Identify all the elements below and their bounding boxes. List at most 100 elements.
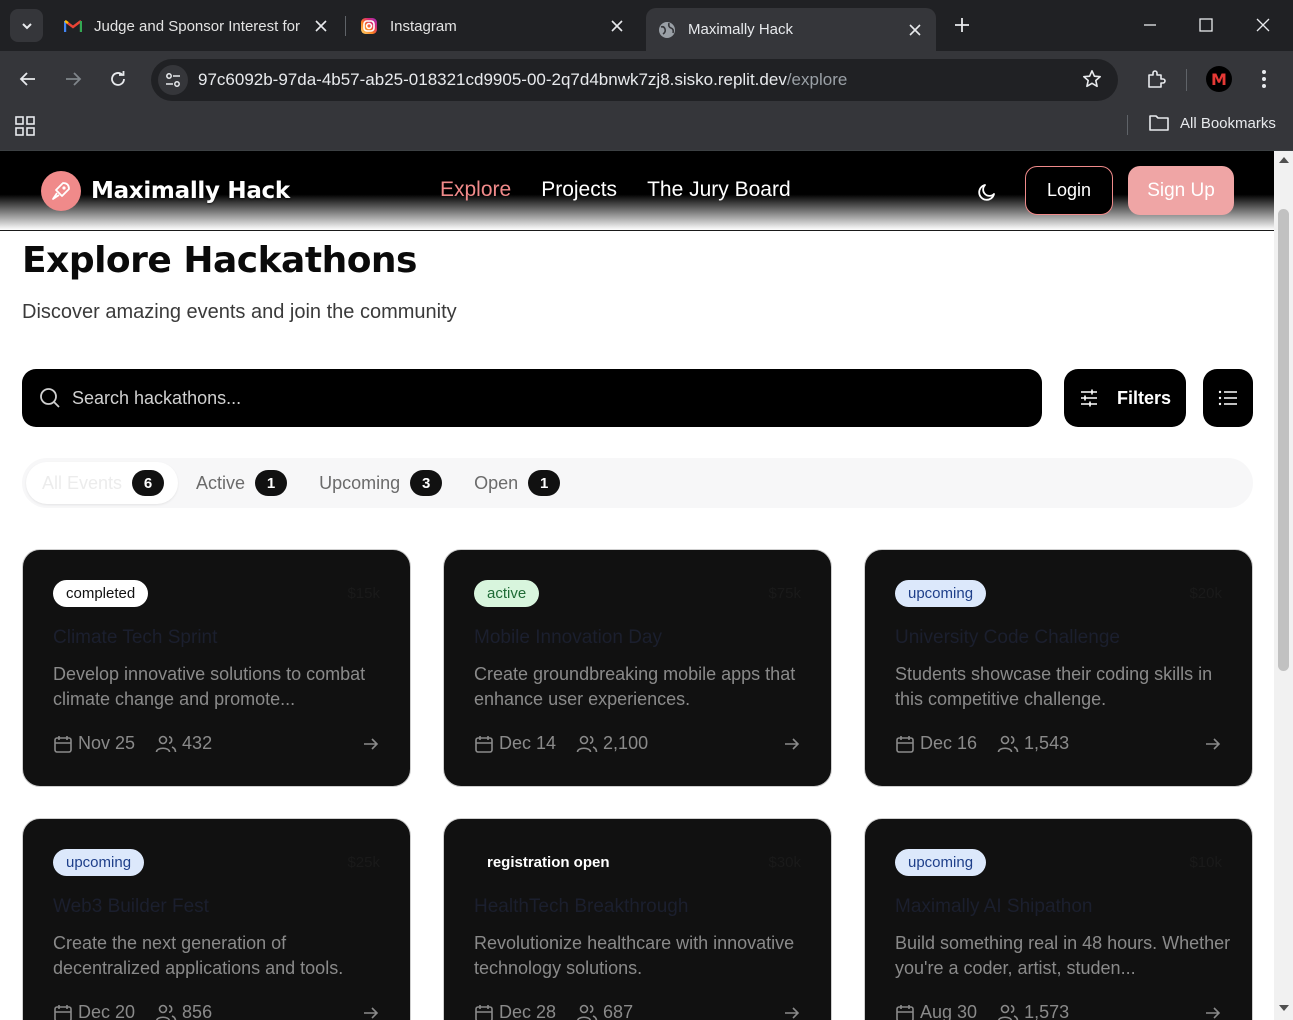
rocket-icon <box>41 171 81 211</box>
prize-amount: $75k <box>768 585 801 602</box>
users-icon <box>576 1004 598 1020</box>
folder-icon <box>1149 115 1169 131</box>
hackathon-card[interactable]: upcoming $20k University Code Challenge … <box>864 549 1253 787</box>
tab-active[interactable]: Active 1 <box>180 462 301 504</box>
search-input[interactable] <box>72 387 972 409</box>
hackathon-card[interactable]: registration open $30k HealthTech Breakt… <box>443 818 832 1020</box>
reload-button[interactable] <box>102 63 134 95</box>
tab-count-badge: 1 <box>528 470 561 496</box>
status-badge: upcoming <box>895 580 987 607</box>
nav-projects[interactable]: Projects <box>541 178 617 202</box>
tab-gmail[interactable]: Judge and Sponsor Interest for <box>52 8 342 44</box>
calendar-icon <box>54 735 72 753</box>
hackathon-card[interactable]: active $75k Mobile Innovation Day Create… <box>443 549 832 787</box>
participant-count: 1,573 <box>1024 1002 1070 1020</box>
card-title: Web3 Builder Fest <box>53 896 209 917</box>
page-scrollbar[interactable] <box>1274 151 1293 1020</box>
minimize-button[interactable] <box>1130 8 1170 42</box>
close-icon[interactable] <box>312 17 330 35</box>
brand-logo[interactable]: Maximally Hack <box>41 171 290 211</box>
scroll-up-arrow[interactable] <box>1278 155 1289 165</box>
search-bar <box>22 369 1042 427</box>
minimize-icon <box>1144 24 1156 26</box>
tab-count-badge: 6 <box>132 470 165 496</box>
card-title: HealthTech Breakthrough <box>474 896 689 917</box>
status-badge: upcoming <box>895 849 987 876</box>
participant-count: 2,100 <box>603 733 649 753</box>
participant-count: 1,543 <box>1024 733 1070 753</box>
chevron-down-icon <box>21 22 32 29</box>
signup-button[interactable]: Sign Up <box>1128 166 1234 215</box>
users-icon <box>576 735 598 752</box>
tab-instagram[interactable]: Instagram <box>348 8 638 44</box>
hackathon-card[interactable]: completed $15k Climate Tech Sprint Devel… <box>22 549 411 787</box>
search-icon <box>40 388 60 408</box>
participant-count: 432 <box>182 733 213 753</box>
card-meta: Nov 25 432 <box>53 733 232 754</box>
tab-maximally-hack[interactable]: Maximally Hack <box>646 8 936 51</box>
scroll-down-arrow[interactable] <box>1278 1003 1289 1013</box>
prize-amount: $25k <box>347 854 380 871</box>
event-date: Aug 30 <box>920 1002 978 1020</box>
status-badge: completed <box>53 580 149 607</box>
theme-toggle-button[interactable] <box>975 180 1001 206</box>
login-button[interactable]: Login <box>1025 166 1113 215</box>
site-settings-button[interactable] <box>158 65 188 95</box>
hackathon-card[interactable]: upcoming $10k Maximally AI Shipathon Bui… <box>864 818 1253 1020</box>
apps-grid-icon <box>15 116 35 136</box>
browser-menu-button[interactable] <box>1250 63 1278 95</box>
card-description: Create the next generation of decentrali… <box>53 933 344 978</box>
arrow-right-icon <box>785 738 800 750</box>
tab-upcoming[interactable]: Upcoming 3 <box>303 462 456 504</box>
filters-button[interactable]: Filters <box>1064 369 1186 427</box>
login-label: Login <box>1046 180 1092 200</box>
close-icon <box>1256 18 1270 32</box>
extensions-button[interactable] <box>1140 63 1172 95</box>
card-description: Build something real in 48 hours. Whethe… <box>895 933 1231 978</box>
event-date: Dec 28 <box>499 1002 557 1020</box>
page-viewport: Maximally Hack Explore Projects The Jury… <box>0 151 1274 1020</box>
tab-title: Judge and Sponsor Interest for <box>94 17 300 35</box>
users-icon <box>997 735 1019 752</box>
hackathon-card[interactable]: upcoming $25k Web3 Builder Fest Create t… <box>22 818 411 1020</box>
address-bar[interactable]: 97c6092b-97da-4b57-ab25-018321cd9905-00-… <box>151 59 1118 101</box>
tab-label: Open <box>474 472 519 493</box>
profile-avatar[interactable]: M <box>1206 66 1232 92</box>
bookmark-star-button[interactable] <box>1082 69 1102 94</box>
back-button[interactable] <box>12 63 44 95</box>
maximize-button[interactable] <box>1186 8 1226 42</box>
nav-jury-board[interactable]: The Jury Board <box>647 178 791 202</box>
scrollbar-thumb[interactable] <box>1278 209 1289 671</box>
event-date: Nov 25 <box>78 733 136 753</box>
tab-title: Maximally Hack <box>688 21 794 38</box>
arrow-right-icon <box>66 72 82 86</box>
list-view-button[interactable] <box>1203 369 1253 427</box>
nav-explore[interactable]: Explore <box>440 178 511 202</box>
card-description: Develop innovative solutions to combat c… <box>53 664 366 709</box>
tab-open[interactable]: Open 1 <box>458 462 574 504</box>
close-window-button[interactable] <box>1243 8 1283 42</box>
tab-search-button[interactable] <box>10 9 43 42</box>
arrow-right-icon <box>1206 1007 1221 1019</box>
filters-label: Filters <box>1116 387 1172 408</box>
status-badge: active <box>474 580 540 607</box>
participant-count: 687 <box>603 1002 634 1020</box>
new-tab-button[interactable] <box>948 11 976 39</box>
event-date: Dec 20 <box>78 1002 136 1020</box>
close-icon[interactable] <box>608 17 626 35</box>
arrow-right-icon <box>785 1007 800 1019</box>
all-bookmarks-button[interactable]: All Bookmarks <box>1148 114 1276 132</box>
all-bookmarks-label: All Bookmarks <box>1180 114 1276 132</box>
globe-icon <box>658 21 676 39</box>
page-subtitle: Discover amazing events and join the com… <box>22 301 457 323</box>
list-icon <box>1218 390 1237 406</box>
apps-grid-button[interactable] <box>14 115 38 139</box>
url-text: 97c6092b-97da-4b57-ab25-018321cd9905-00-… <box>198 70 847 90</box>
more-vert-icon <box>1262 70 1266 88</box>
tab-title: Instagram <box>390 17 457 35</box>
close-icon[interactable] <box>906 21 924 39</box>
gmail-icon <box>64 17 82 35</box>
card-meta: Dec 20 856 <box>53 1002 232 1020</box>
forward-button[interactable] <box>57 63 89 95</box>
tab-all-events[interactable]: All Events 6 <box>26 462 179 504</box>
